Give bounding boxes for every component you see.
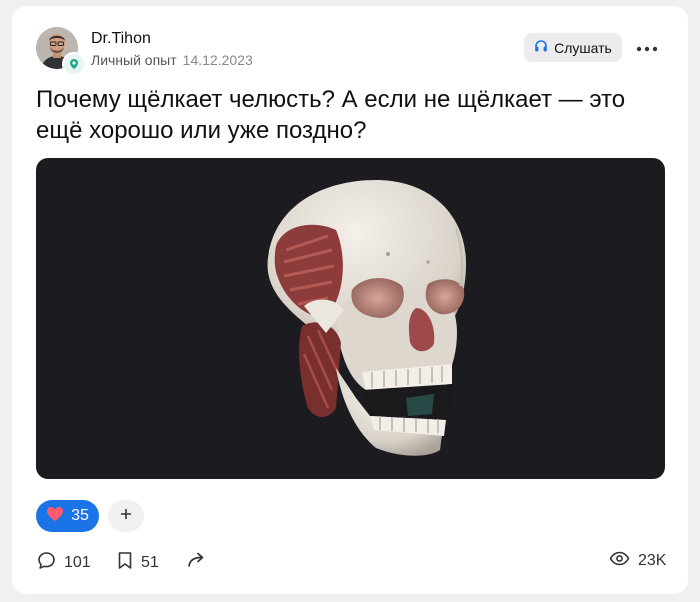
listen-button[interactable]: Слушать <box>524 33 622 62</box>
comments-count: 101 <box>64 554 91 571</box>
post-title[interactable]: Почему щёлкает челюсть? А если не щёлкае… <box>36 84 676 146</box>
plus-icon <box>120 507 132 525</box>
bookmark-button[interactable]: 51 <box>117 551 159 575</box>
bookmark-icon <box>117 551 133 575</box>
comment-icon <box>37 551 56 575</box>
expert-badge-icon <box>62 52 86 76</box>
post-date: 14.12.2023 <box>182 52 253 68</box>
share-arrow-icon <box>187 551 208 573</box>
share-button[interactable] <box>187 551 208 573</box>
more-dots-icon <box>636 39 658 57</box>
add-reaction-button[interactable] <box>108 500 144 532</box>
post-image[interactable] <box>36 158 665 479</box>
listen-label: Слушать <box>554 39 612 56</box>
post-meta: Личный опыт 14.12.2023 <box>91 52 253 68</box>
comments-button[interactable]: 101 <box>37 551 91 575</box>
author-name[interactable]: Dr.Tihon <box>91 30 151 48</box>
bookmarks-count: 51 <box>141 554 159 571</box>
views-count: 23K <box>638 552 667 569</box>
skull-illustration <box>267 180 467 456</box>
eye-icon <box>609 551 630 571</box>
more-options-button[interactable] <box>634 38 660 58</box>
views-counter: 23K <box>609 551 666 571</box>
heart-icon <box>46 506 64 527</box>
like-count: 35 <box>71 507 89 524</box>
post-category[interactable]: Личный опыт <box>91 52 177 68</box>
headphones-icon <box>534 39 548 56</box>
like-button[interactable]: 35 <box>36 500 99 532</box>
